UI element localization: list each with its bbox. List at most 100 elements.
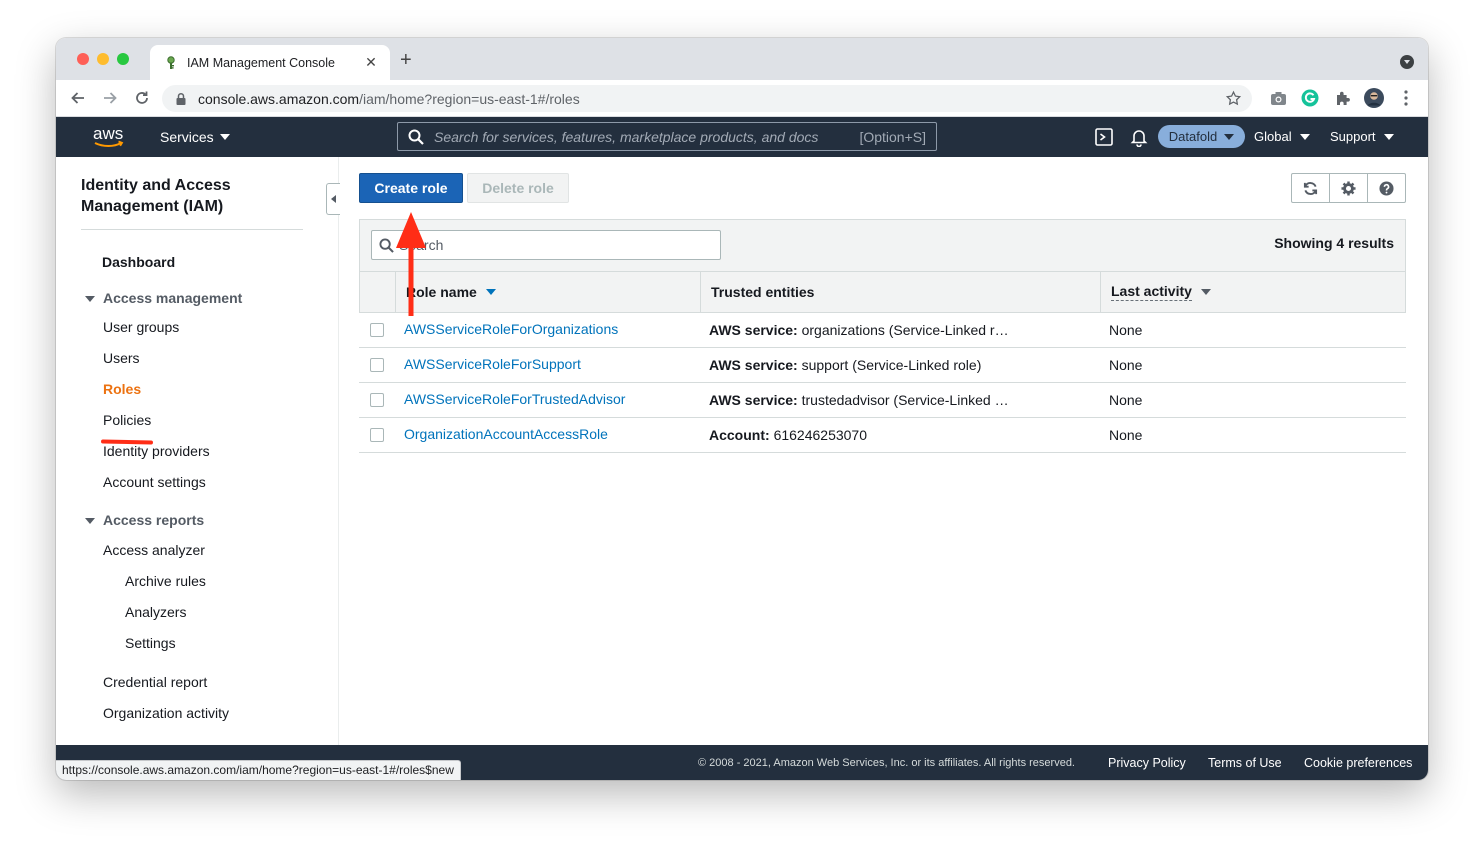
row-checkbox[interactable] bbox=[369, 428, 384, 442]
sidebar-section-access-management[interactable]: Access management bbox=[103, 290, 242, 306]
sidebar-item-user-groups[interactable]: User groups bbox=[103, 319, 179, 335]
chevron-down-icon bbox=[1299, 133, 1310, 140]
extensions-puzzle-icon[interactable] bbox=[1332, 88, 1352, 108]
create-role-button[interactable]: Create role bbox=[359, 173, 463, 203]
sidebar-item-credential-report[interactable]: Credential report bbox=[103, 674, 207, 690]
sidebar-divider bbox=[81, 229, 303, 230]
search-shortcut: [Option+S] bbox=[859, 128, 926, 145]
bookmark-star-icon[interactable] bbox=[1225, 90, 1242, 107]
account-menu[interactable]: Datafold bbox=[1158, 125, 1245, 148]
row-checkbox[interactable] bbox=[369, 358, 384, 372]
trusted-entity-value: trustedadvisor (Service-Linked … bbox=[801, 392, 1009, 408]
aws-logo[interactable]: aws bbox=[92, 124, 126, 150]
table-toolbar: Search Showing 4 results bbox=[359, 219, 1406, 271]
new-tab-button[interactable]: + bbox=[400, 50, 412, 70]
sort-caret-icon[interactable] bbox=[485, 289, 496, 295]
profile-avatar[interactable] bbox=[1364, 88, 1384, 108]
url-host: console.aws.amazon.com bbox=[198, 90, 360, 107]
last-activity-cell: None bbox=[1109, 357, 1143, 373]
gear-icon bbox=[1341, 180, 1356, 196]
trusted-entity-value: 616246253070 bbox=[773, 427, 867, 443]
cookie-preferences-link[interactable]: Cookie preferences bbox=[1304, 756, 1412, 770]
browser-toolbar: console.aws.amazon.com/iam/home?region=u… bbox=[56, 80, 1428, 117]
grammarly-extension-icon[interactable] bbox=[1300, 88, 1320, 108]
browser-menu-icon[interactable] bbox=[1396, 88, 1416, 108]
services-label: Services bbox=[160, 129, 214, 145]
sidebar-item-account-settings[interactable]: Account settings bbox=[103, 474, 206, 490]
column-header-last-activity[interactable]: Last activity bbox=[1100, 272, 1405, 312]
caret-down-icon[interactable] bbox=[85, 296, 95, 302]
sidebar-item-settings[interactable]: Settings bbox=[125, 635, 176, 651]
tab-search-icon[interactable] bbox=[1400, 55, 1414, 69]
close-window-button[interactable] bbox=[77, 53, 89, 65]
terms-of-use-link[interactable]: Terms of Use bbox=[1208, 756, 1282, 770]
results-count: Showing 4 results bbox=[1274, 235, 1394, 251]
role-name-link[interactable]: OrganizationAccountAccessRole bbox=[404, 426, 608, 442]
support-menu[interactable]: Support bbox=[1330, 129, 1394, 144]
sidebar-item-policies[interactable]: Policies bbox=[103, 412, 151, 428]
table-row: OrganizationAccountAccessRole Account: 6… bbox=[359, 418, 1406, 453]
minimize-window-button[interactable] bbox=[97, 53, 109, 65]
notifications-bell-icon[interactable] bbox=[1130, 127, 1148, 147]
sidebar-item-access-analyzer[interactable]: Access analyzer bbox=[103, 542, 205, 558]
sidebar-item-archive-rules[interactable]: Archive rules bbox=[125, 573, 206, 589]
camera-extension-icon[interactable] bbox=[1268, 88, 1288, 108]
delete-role-button[interactable]: Delete role bbox=[467, 173, 569, 203]
trusted-entity-cell: AWS service: trustedadvisor (Service-Lin… bbox=[699, 392, 1099, 408]
cloudshell-icon[interactable] bbox=[1095, 128, 1113, 146]
privacy-policy-link[interactable]: Privacy Policy bbox=[1108, 756, 1186, 770]
row-checkbox[interactable] bbox=[369, 323, 384, 337]
search-icon bbox=[379, 237, 394, 253]
chevron-down-icon bbox=[1383, 133, 1394, 140]
trusted-entity-label: AWS service: bbox=[709, 322, 798, 338]
tab-close-icon[interactable]: ✕ bbox=[362, 54, 380, 71]
help-icon bbox=[1379, 180, 1394, 196]
column-label: Last activity bbox=[1111, 283, 1192, 301]
reload-button[interactable] bbox=[131, 87, 153, 109]
sort-caret-icon[interactable] bbox=[1200, 289, 1211, 295]
url-text: console.aws.amazon.com/iam/home?region=u… bbox=[198, 91, 580, 107]
role-name-link[interactable]: AWSServiceRoleForOrganizations bbox=[404, 321, 618, 337]
sidebar-item-dashboard[interactable]: Dashboard bbox=[102, 254, 175, 270]
table-row: AWSServiceRoleForTrustedAdvisor AWS serv… bbox=[359, 383, 1406, 418]
help-button[interactable] bbox=[1367, 173, 1406, 203]
roles-main-panel: Create role Delete role Search Showing 4… bbox=[339, 157, 1428, 745]
address-bar[interactable]: console.aws.amazon.com/iam/home?region=u… bbox=[162, 85, 1252, 112]
settings-button[interactable] bbox=[1329, 173, 1368, 203]
sidebar-item-roles[interactable]: Roles bbox=[103, 381, 141, 397]
refresh-icon bbox=[1303, 181, 1318, 195]
sidebar-title[interactable]: Identity and Access Management (IAM) bbox=[81, 175, 281, 217]
header-select-cell bbox=[360, 272, 395, 312]
sidebar-item-identity-providers[interactable]: Identity providers bbox=[103, 443, 210, 459]
region-label: Global bbox=[1254, 129, 1292, 144]
sidebar-item-users[interactable]: Users bbox=[103, 350, 140, 366]
tab-strip: IAM Management Console ✕ + bbox=[56, 38, 1428, 80]
sidebar-section-access-reports[interactable]: Access reports bbox=[103, 512, 204, 528]
browser-tab[interactable]: IAM Management Console ✕ bbox=[150, 45, 390, 80]
role-name-link[interactable]: AWSServiceRoleForSupport bbox=[404, 356, 581, 372]
role-name-link[interactable]: AWSServiceRoleForTrustedAdvisor bbox=[404, 391, 625, 407]
services-menu[interactable]: Services bbox=[160, 129, 230, 145]
forward-button[interactable] bbox=[99, 87, 121, 109]
forward-arrow-icon bbox=[104, 92, 117, 104]
sidebar-item-analyzers[interactable]: Analyzers bbox=[125, 604, 186, 620]
aws-search-input[interactable]: Search for services, features, marketpla… bbox=[397, 122, 937, 151]
back-button[interactable] bbox=[67, 87, 89, 109]
trusted-entity-label: Account: bbox=[709, 427, 770, 443]
caret-down-icon[interactable] bbox=[85, 518, 95, 524]
refresh-button[interactable] bbox=[1291, 173, 1330, 203]
last-activity-cell: None bbox=[1109, 427, 1143, 443]
column-header-trusted-entities[interactable]: Trusted entities bbox=[700, 272, 1100, 312]
iam-sidebar: Identity and Access Management (IAM) Das… bbox=[56, 157, 339, 745]
last-activity-cell: None bbox=[1109, 322, 1143, 338]
trusted-entity-cell: Account: 616246253070 bbox=[699, 427, 1099, 443]
sidebar-item-organization-activity[interactable]: Organization activity bbox=[103, 705, 229, 721]
table-row: AWSServiceRoleForSupport AWS service: su… bbox=[359, 348, 1406, 383]
trusted-entity-label: AWS service: bbox=[709, 392, 798, 408]
zoom-window-button[interactable] bbox=[117, 53, 129, 65]
trusted-entity-value: organizations (Service-Linked r… bbox=[801, 322, 1009, 338]
region-menu[interactable]: Global bbox=[1254, 129, 1310, 144]
row-checkbox[interactable] bbox=[369, 393, 384, 407]
column-header-role-name[interactable]: Role name bbox=[395, 272, 700, 312]
collapse-sidebar-button[interactable] bbox=[326, 183, 340, 215]
